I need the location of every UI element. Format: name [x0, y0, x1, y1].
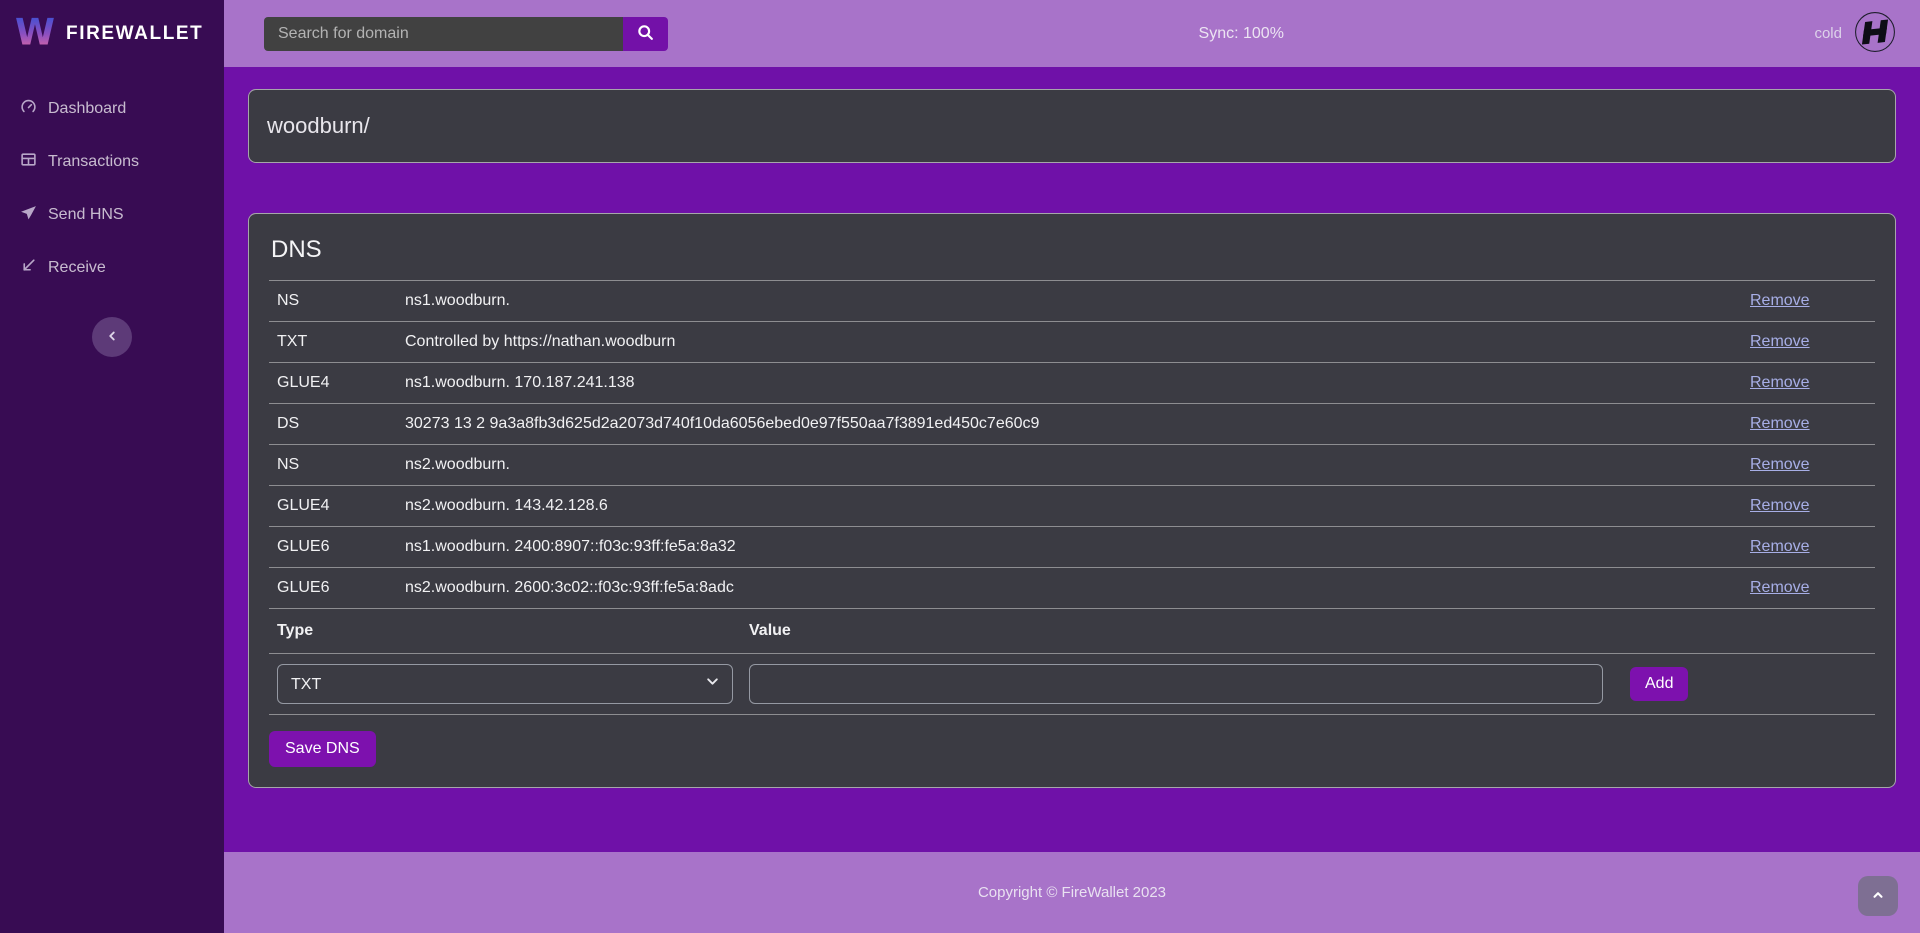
- dns-card: DNS NSns1.woodburn.RemoveTXTControlled b…: [248, 213, 1896, 788]
- search-input[interactable]: [264, 17, 623, 51]
- search-icon: [637, 24, 654, 44]
- brand-name: FIREWALLET: [66, 23, 203, 45]
- dns-records-table: NSns1.woodburn.RemoveTXTControlled by ht…: [269, 280, 1875, 608]
- dns-record-row: GLUE4ns2.woodburn. 143.42.128.6 Remove: [269, 486, 1875, 527]
- dns-record-remove-link[interactable]: Remove: [1750, 538, 1810, 555]
- dns-add-record-form: Type Value TXT: [269, 608, 1875, 715]
- dns-record-action-cell: Remove: [1742, 568, 1875, 609]
- dns-record-row: GLUE4ns1.woodburn. 170.187.241.138 Remove: [269, 363, 1875, 404]
- domain-title-card: woodburn/: [248, 89, 1896, 163]
- sidebar-item-transactions[interactable]: Transactions: [0, 136, 224, 188]
- dns-record-value: ns1.woodburn.: [397, 281, 1742, 322]
- paper-plane-icon: [20, 204, 37, 226]
- page-title: woodburn/: [267, 113, 370, 139]
- footer: Copyright © FireWallet 2023: [224, 852, 1920, 933]
- main-column: Sync: 100% cold: [224, 0, 1920, 933]
- dns-record-row: GLUE6ns2.woodburn. 2600:3c02::f03c:93ff:…: [269, 568, 1875, 609]
- sidebar-item-send-hns[interactable]: Send HNS: [0, 189, 224, 241]
- brand-home-link[interactable]: W FIREWALLET: [0, 0, 224, 67]
- wallet-name: cold: [1814, 25, 1842, 42]
- dns-record-row: DS30273 13 2 9a3a8fb3d625d2a2073d740f10d…: [269, 404, 1875, 445]
- dns-record-row: NSns2.woodburn. Remove: [269, 445, 1875, 486]
- tachometer-icon: [20, 98, 37, 120]
- scroll-to-top-button[interactable]: [1858, 876, 1898, 916]
- dns-record-value: ns2.woodburn. 143.42.128.6: [397, 486, 1742, 527]
- dns-record-remove-link[interactable]: Remove: [1750, 333, 1810, 350]
- dns-record-value: ns1.woodburn. 170.187.241.138: [397, 363, 1742, 404]
- app-window: W FIREWALLET Dashboard T: [0, 0, 1920, 933]
- dns-record-type: GLUE6: [269, 527, 397, 568]
- dns-card-title: DNS: [271, 236, 1875, 264]
- handshake-logo-icon: [1854, 11, 1896, 57]
- sidebar-item-receive[interactable]: Receive: [0, 242, 224, 294]
- dns-record-value: ns1.woodburn. 2400:8907::f03c:93ff:fe5a:…: [397, 527, 1742, 568]
- dns-record-action-cell: Remove: [1742, 527, 1875, 568]
- chevron-up-icon: [1871, 888, 1885, 905]
- dns-record-remove-link[interactable]: Remove: [1750, 415, 1810, 432]
- dns-record-action-cell: Remove: [1742, 322, 1875, 363]
- sidebar: W FIREWALLET Dashboard T: [0, 0, 224, 933]
- dns-record-remove-link[interactable]: Remove: [1750, 456, 1810, 473]
- dns-record-type: NS: [269, 445, 397, 486]
- dns-record-action-cell: Remove: [1742, 281, 1875, 322]
- sync-status: Sync: 100%: [668, 25, 1814, 43]
- sidebar-nav: Dashboard Transactions Send HNS: [0, 83, 224, 295]
- record-type-select[interactable]: TXT: [277, 664, 733, 704]
- dns-record-row: NSns1.woodburn. Remove: [269, 281, 1875, 322]
- record-type-select-wrap: TXT: [277, 664, 733, 704]
- sidebar-item-label: Dashboard: [48, 100, 126, 118]
- sidebar-collapse-button[interactable]: [92, 317, 132, 357]
- arrow-down-left-icon: [20, 257, 37, 279]
- sidebar-item-label: Send HNS: [48, 206, 124, 224]
- dns-record-action-cell: Remove: [1742, 363, 1875, 404]
- dns-record-type: GLUE4: [269, 486, 397, 527]
- form-header-row: Type Value: [269, 609, 1875, 654]
- dns-record-value: ns2.woodburn. 2600:3c02::f03c:93ff:fe5a:…: [397, 568, 1742, 609]
- dns-record-action-cell: Remove: [1742, 486, 1875, 527]
- dns-record-value: Controlled by https://nathan.woodburn: [397, 322, 1742, 363]
- sidebar-item-label: Receive: [48, 259, 106, 277]
- record-value-input[interactable]: [749, 664, 1603, 704]
- domain-search: [264, 17, 668, 51]
- add-record-button[interactable]: Add: [1630, 667, 1688, 701]
- copyright-text: Copyright © FireWallet 2023: [978, 884, 1166, 901]
- search-button[interactable]: [623, 17, 668, 51]
- firewallet-logo-icon: W: [14, 11, 56, 56]
- sidebar-item-dashboard[interactable]: Dashboard: [0, 83, 224, 135]
- dns-record-value: 30273 13 2 9a3a8fb3d625d2a2073d740f10da6…: [397, 404, 1742, 445]
- dns-record-type: NS: [269, 281, 397, 322]
- dns-record-row: GLUE6ns1.woodburn. 2400:8907::f03c:93ff:…: [269, 527, 1875, 568]
- save-dns-button[interactable]: Save DNS: [269, 731, 376, 767]
- main-content: woodburn/ DNS NSns1.woodburn.RemoveTXTCo…: [224, 67, 1920, 852]
- sidebar-item-label: Transactions: [48, 153, 139, 171]
- dns-record-type: GLUE6: [269, 568, 397, 609]
- dns-record-type: GLUE4: [269, 363, 397, 404]
- dns-record-remove-link[interactable]: Remove: [1750, 579, 1810, 596]
- dns-record-row: TXTControlled by https://nathan.woodburn…: [269, 322, 1875, 363]
- dns-record-remove-link[interactable]: Remove: [1750, 497, 1810, 514]
- topbar: Sync: 100% cold: [224, 0, 1920, 67]
- dns-record-remove-link[interactable]: Remove: [1750, 292, 1810, 309]
- dns-record-action-cell: Remove: [1742, 404, 1875, 445]
- svg-text:W: W: [15, 11, 55, 51]
- dns-record-type: DS: [269, 404, 397, 445]
- wallet-indicator: cold: [1814, 11, 1896, 57]
- chevron-left-icon: [105, 329, 119, 346]
- dns-record-remove-link[interactable]: Remove: [1750, 374, 1810, 391]
- type-column-header: Type: [269, 609, 741, 654]
- dns-record-value: ns2.woodburn.: [397, 445, 1742, 486]
- dns-record-type: TXT: [269, 322, 397, 363]
- form-controls-row: TXT: [269, 654, 1875, 715]
- dns-record-action-cell: Remove: [1742, 445, 1875, 486]
- table-icon: [20, 151, 37, 173]
- value-column-header: Value: [741, 609, 1611, 654]
